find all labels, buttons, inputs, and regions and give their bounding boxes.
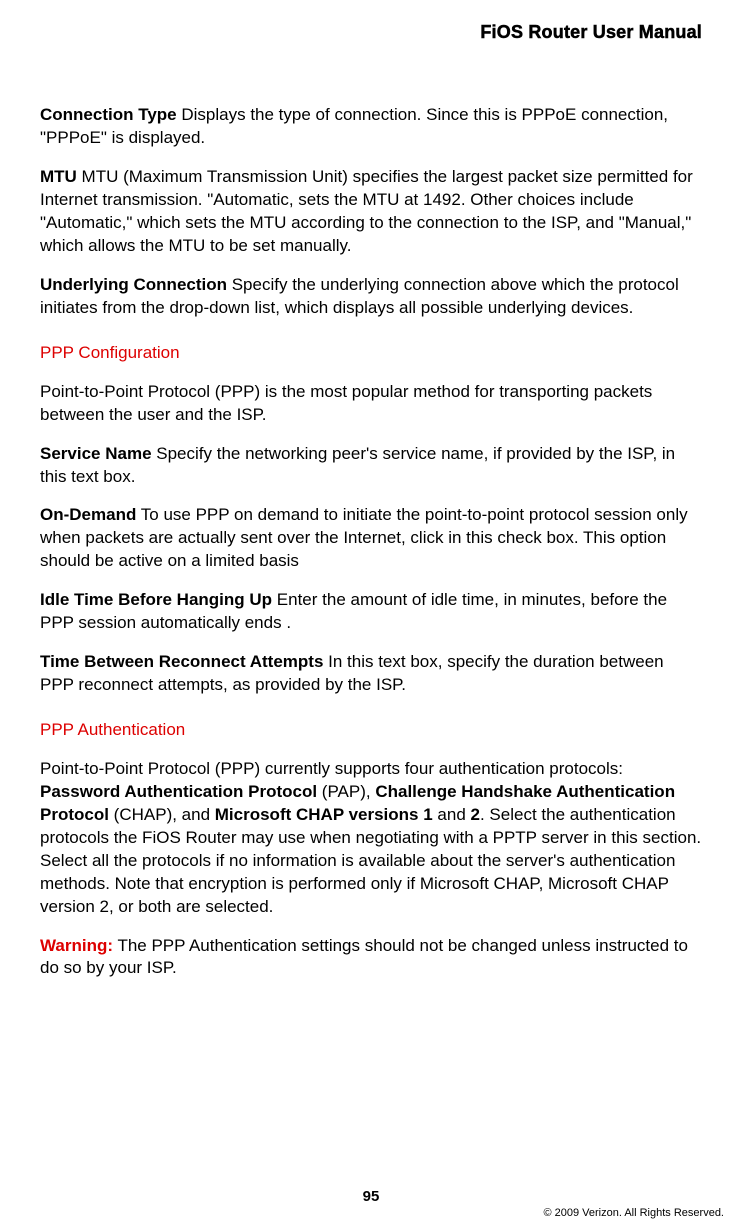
para-warning: Warning: The PPP Authentication settings… [40,935,702,981]
para-service-name: Service Name Specify the networking peer… [40,443,702,489]
para-idle-time: Idle Time Before Hanging Up Enter the am… [40,589,702,635]
term-service-name: Service Name [40,444,152,463]
para-ppp-config-intro: Point-to-Point Protocol (PPP) is the mos… [40,381,702,427]
para-on-demand: On-Demand To use PPP on demand to initia… [40,504,702,573]
page-header-title: FiOS Router User Manual [40,20,702,44]
term-pap: Password Authentication Protocol [40,782,317,801]
copyright-text: © 2009 Verizon. All Rights Reserved. [543,1206,724,1221]
para-mtu: MTU MTU (Maximum Transmission Unit) spec… [40,166,702,258]
term-mschap-2: 2 [471,805,480,824]
warning-text: The PPP Authentication settings should n… [40,936,688,978]
warning-label: Warning: [40,936,113,955]
para-ppp-auth-body: Point-to-Point Protocol (PPP) currently … [40,758,702,919]
text-mtu: MTU (Maximum Transmission Unit) specifie… [40,167,693,255]
heading-ppp-authentication: PPP Authentication [40,719,702,742]
page-number: 95 [0,1187,742,1207]
heading-ppp-configuration: PPP Configuration [40,342,702,365]
term-connection-type: Connection Type [40,105,177,124]
text-pap-after: (PAP), [317,782,375,801]
para-reconnect-attempts: Time Between Reconnect Attempts In this … [40,651,702,697]
text-ppp-auth-before: Point-to-Point Protocol (PPP) currently … [40,759,623,778]
para-underlying-connection: Underlying Connection Specify the underl… [40,274,702,320]
text-chap-after: (CHAP), and [109,805,215,824]
term-on-demand: On-Demand [40,505,136,524]
term-underlying-connection: Underlying Connection [40,275,227,294]
term-mtu: MTU [40,167,77,186]
para-connection-type: Connection Type Displays the type of con… [40,104,702,150]
term-reconnect-attempts: Time Between Reconnect Attempts [40,652,323,671]
term-mschap-1: Microsoft CHAP versions 1 [215,805,433,824]
text-on-demand: To use PPP on demand to initiate the poi… [40,505,688,570]
term-idle-time: Idle Time Before Hanging Up [40,590,272,609]
text-and: and [433,805,471,824]
